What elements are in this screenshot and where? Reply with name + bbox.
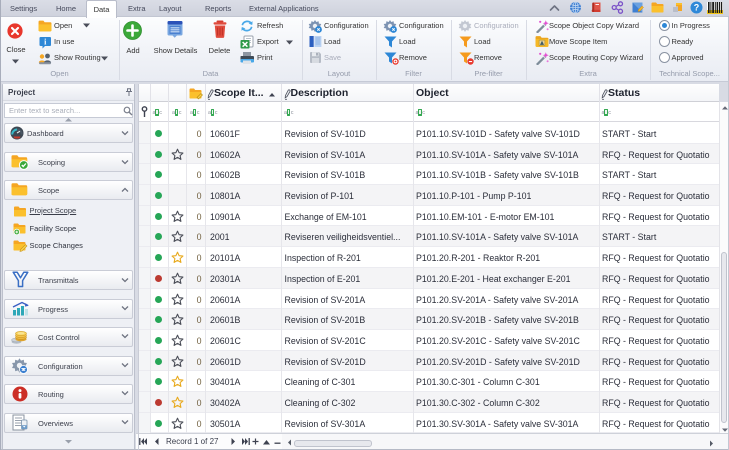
svg-text:?: ?	[694, 3, 700, 13]
